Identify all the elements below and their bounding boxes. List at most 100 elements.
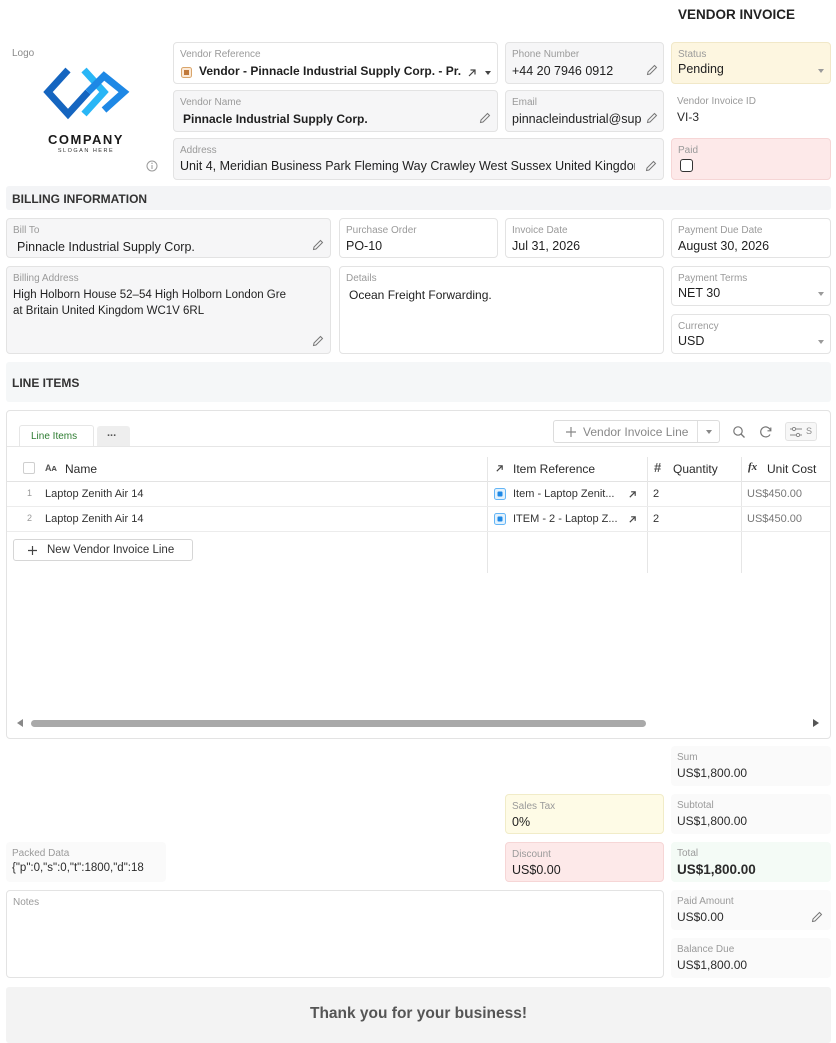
address-label: Address <box>180 145 217 156</box>
paid-amount-field[interactable]: Paid Amount US$0.00 <box>671 890 831 930</box>
invoice-date-value: Jul 31, 2026 <box>512 239 581 253</box>
chevron-down-icon[interactable] <box>818 69 824 73</box>
row-item-reference[interactable]: Item - Laptop Zenit... <box>513 488 615 500</box>
currency-field[interactable]: Currency USD <box>671 314 831 354</box>
row-name[interactable]: Laptop Zenith Air 14 <box>45 488 143 500</box>
details-value: Ocean Freight Forwarding. <box>349 288 492 302</box>
scroll-right-icon[interactable] <box>813 719 819 727</box>
payment-terms-field[interactable]: Payment Terms NET 30 <box>671 266 831 306</box>
pencil-icon[interactable] <box>311 334 325 348</box>
vendor-record-icon <box>181 67 192 78</box>
open-link-icon[interactable] <box>467 68 477 78</box>
sliders-icon <box>790 427 802 437</box>
chevron-down-icon[interactable] <box>485 71 491 75</box>
billing-address-field[interactable]: Billing Address High Holborn House 52–54… <box>6 266 331 354</box>
chevron-down-icon[interactable] <box>706 430 712 434</box>
pencil-icon[interactable] <box>645 111 659 125</box>
paid-checkbox[interactable] <box>680 159 693 172</box>
row-name[interactable]: Laptop Zenith Air 14 <box>45 513 143 525</box>
info-icon[interactable] <box>146 160 158 172</box>
search-icon[interactable] <box>732 425 746 439</box>
phone-value: +44 20 7946 0912 <box>512 64 614 78</box>
status-field[interactable]: Status Pending <box>671 42 831 84</box>
pencil-icon[interactable] <box>311 238 325 252</box>
pencil-icon[interactable] <box>644 159 658 173</box>
logo-mark-icon <box>43 67 130 120</box>
select-all-checkbox[interactable] <box>23 462 35 474</box>
pencil-icon[interactable] <box>645 63 659 77</box>
payment-terms-value: NET 30 <box>678 286 721 300</box>
number-type-icon: # <box>654 460 662 475</box>
notes-field[interactable]: Notes <box>6 890 664 978</box>
chevron-down-icon[interactable] <box>818 292 824 296</box>
new-vendor-invoice-line-button[interactable]: New Vendor Invoice Line <box>13 539 193 561</box>
vendor-invoice-id-field: Vendor Invoice ID VI-3 <box>671 90 831 132</box>
vendor-reference-field[interactable]: Vendor Reference Vendor - Pinnacle Indus… <box>173 42 498 84</box>
row-unit-cost[interactable]: US$450.00 <box>747 488 802 500</box>
tab-more[interactable]: ... <box>97 426 130 446</box>
pencil-icon[interactable] <box>810 910 824 924</box>
settings-button[interactable]: S <box>785 422 817 441</box>
bill-to-label: Bill To <box>13 225 40 236</box>
vendor-invoice-id-value: VI-3 <box>677 110 700 124</box>
settings-label: S <box>806 426 813 436</box>
company-logo: COMPANY SLOGAN HERE <box>30 62 142 158</box>
billing-address-line2: at Britain United Kingdom WC1V 6RL <box>13 305 205 317</box>
billing-address-line1: High Holborn House 52–54 High Holborn Lo… <box>13 289 286 301</box>
chevron-down-icon[interactable] <box>818 340 824 344</box>
discount-field[interactable]: Discount US$0.00 <box>505 842 664 882</box>
paid-amount-value: US$0.00 <box>677 910 724 924</box>
tab-line-items[interactable]: Line Items <box>19 425 94 447</box>
vendor-reference-value: Vendor - Pinnacle Industrial Supply Corp… <box>199 64 461 78</box>
horizontal-scrollbar[interactable] <box>15 717 823 731</box>
pencil-icon[interactable] <box>478 111 492 125</box>
sales-tax-label: Sales Tax <box>512 801 556 812</box>
invoice-date-field[interactable]: Invoice Date Jul 31, 2026 <box>505 218 664 258</box>
column-header-unit-cost[interactable]: Unit Cost <box>767 462 816 476</box>
page-title: VENDOR INVOICE <box>678 7 796 22</box>
tab-line-items-label: Line Items <box>31 431 78 442</box>
total-label: Total <box>677 848 699 859</box>
open-link-icon[interactable] <box>628 515 637 524</box>
paid-amount-label: Paid Amount <box>677 896 734 907</box>
balance-due-field: Balance Due US$1,800.00 <box>671 938 831 978</box>
column-header-item-reference[interactable]: Item Reference <box>513 462 595 476</box>
column-header-name[interactable]: Name <box>65 462 97 476</box>
payment-due-date-field[interactable]: Payment Due Date August 30, 2026 <box>671 218 831 258</box>
purchase-order-field[interactable]: Purchase Order PO-10 <box>339 218 498 258</box>
vendor-name-field[interactable]: Vendor Name Pinnacle Industrial Supply C… <box>173 90 498 132</box>
billing-address-label: Billing Address <box>13 273 79 284</box>
footer-message: Thank you for your business! <box>309 1005 528 1022</box>
item-record-icon <box>494 513 506 525</box>
details-field[interactable]: Details Ocean Freight Forwarding. <box>339 266 664 354</box>
bill-to-field[interactable]: Bill To Pinnacle Industrial Supply Corp. <box>6 218 331 258</box>
row-unit-cost[interactable]: US$450.00 <box>747 513 802 525</box>
discount-label: Discount <box>512 849 551 860</box>
footer-banner: Thank you for your business! <box>6 987 831 1043</box>
vendor-invoice-id-label: Vendor Invoice ID <box>677 96 756 107</box>
open-link-icon[interactable] <box>628 490 637 499</box>
column-header-quantity[interactable]: Quantity <box>673 462 718 476</box>
paid-label: Paid <box>678 145 699 156</box>
new-vendor-invoice-line-label: New Vendor Invoice Line <box>47 544 175 556</box>
payment-due-date-value: August 30, 2026 <box>678 239 770 253</box>
sales-tax-field[interactable]: Sales Tax 0% <box>505 794 664 834</box>
row-quantity[interactable]: 2 <box>653 513 659 525</box>
refresh-icon[interactable] <box>759 425 773 439</box>
row-quantity[interactable]: 2 <box>653 488 659 500</box>
add-vendor-invoice-line-button[interactable]: Vendor Invoice Line <box>553 420 720 443</box>
subtotal-field: Subtotal US$1,800.00 <box>671 794 831 834</box>
packed-data-field: Packed Data {"p":0,"s":0,"t":1800,"d":18 <box>6 842 166 882</box>
address-field[interactable]: Address Unit 4, Meridian Business Park F… <box>173 138 664 180</box>
line-items-section-title: LINE ITEMS <box>12 376 80 390</box>
vendor-reference-label: Vendor Reference <box>180 49 261 60</box>
scroll-left-icon[interactable] <box>17 719 23 727</box>
row-item-reference[interactable]: ITEM - 2 - Laptop Z... <box>513 513 618 525</box>
scrollbar-thumb[interactable] <box>31 720 646 727</box>
payment-terms-label: Payment Terms <box>678 273 748 284</box>
notes-label: Notes <box>13 897 40 908</box>
status-label: Status <box>678 49 707 60</box>
email-field[interactable]: Email pinnacleindustrial@sup <box>505 90 664 132</box>
phone-field[interactable]: Phone Number +44 20 7946 0912 <box>505 42 664 84</box>
logo-slogan-text: SLOGAN HERE <box>57 148 115 154</box>
